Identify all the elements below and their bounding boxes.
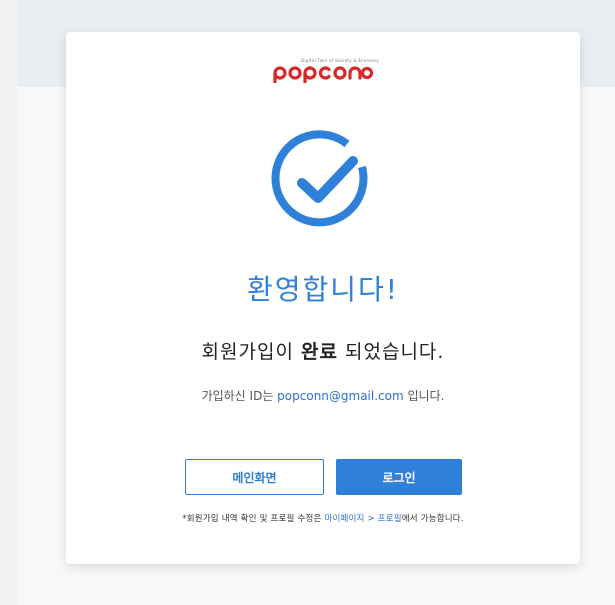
footnote-prefix: *회원가입 내역 확인 및 프로필 수정은: [182, 514, 325, 524]
completion-emphasis: 완료: [301, 341, 338, 363]
completion-message: 회원가입이 완료 되었습니다.: [66, 337, 580, 364]
welcome-title: 환영합니다!: [246, 273, 400, 306]
sidebar-strip: [0, 0, 18, 605]
completion-suffix: 되었습니다.: [337, 341, 445, 363]
registered-id-line: 가입하신 ID는 popconn@gmail.com 입니다.: [66, 387, 580, 404]
registered-email: popconn@gmail.com: [277, 389, 404, 403]
popcorn-logo-icon: [273, 66, 374, 83]
id-line-suffix: 입니다.: [403, 389, 445, 403]
check-circle-icon: [267, 125, 379, 237]
main-page-button[interactable]: 메인화면: [185, 459, 324, 495]
completion-prefix: 회원가입이: [201, 341, 301, 363]
mypage-profile-link[interactable]: 마이페이지 > 프로필: [324, 514, 401, 524]
brand-tagline: Digital Twin of Society & Economy: [300, 58, 380, 63]
brand-block: Digital Twin of Society & Economy: [66, 59, 580, 87]
id-line-prefix: 가입하신 ID는: [201, 389, 278, 403]
profile-footnote: *회원가입 내역 확인 및 프로필 수정은 마이페이지 > 프로필에서 가능합니…: [66, 512, 580, 524]
login-button[interactable]: 로그인: [336, 459, 462, 495]
signup-complete-card: Digital Twin of Society & Economy 환영합니다!…: [66, 32, 580, 564]
footnote-suffix: 에서 가능합니다.: [401, 514, 464, 524]
